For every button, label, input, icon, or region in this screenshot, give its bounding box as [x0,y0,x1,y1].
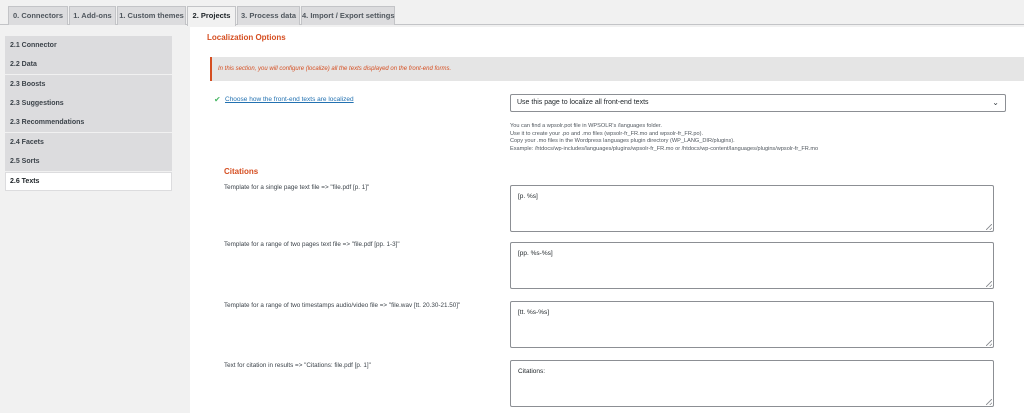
sidebar-item-facets[interactable]: 2.4 Facets [5,133,172,152]
info-notice: In this section, you will configure (loc… [210,57,1024,81]
sidebar-item-recommendations[interactable]: 2.3 Recommendations [5,113,172,132]
section-title: Localization Options [207,33,286,42]
resize-handle-icon[interactable] [986,281,992,287]
single-page-template-label: Template for a single page text file => … [224,184,370,191]
help-line: You can find a wpsolr.pot file in WPSOLR… [510,123,662,129]
citations-title: Citations [224,167,259,176]
textarea-value: [p. %s] [518,193,538,200]
page-range-template-textarea[interactable]: [pp. %s-%s] [510,242,994,289]
help-line: Use it to create your .po and .mo files … [510,130,704,137]
sidebar-item-suggestions[interactable]: 2.3 Suggestions [5,94,172,113]
tab-projects[interactable]: 2. Projects [187,6,236,26]
help-line: Copy your .mo files in the Wordpress lan… [510,138,735,145]
localization-help-text: You can find a wpsolr.pot file in WPSOLR… [510,123,818,153]
tab-import-export-settings[interactable]: 4. Import / Export settings [301,6,395,25]
checkmark-icon: ✔ [214,95,221,104]
sidebar-item-texts[interactable]: 2.6 Texts [5,172,172,191]
tab-custom-themes[interactable]: 1. Custom themes [117,6,186,25]
citation-text-textarea[interactable]: Citations: [510,360,994,407]
single-page-template-textarea[interactable]: [p. %s] [510,185,994,232]
textarea-value: [tt. %s-%s] [518,309,550,316]
textarea-value: Citations: [518,368,546,375]
textarea-value: [pp. %s-%s] [518,250,553,257]
resize-handle-icon[interactable] [986,340,992,346]
page-range-template-label: Template for a range of two pages text f… [224,241,400,248]
localization-mode-select[interactable]: Use this page to localize all front-end … [510,94,1006,112]
help-line: Example: /htdocs/wp-includes/languages/p… [510,145,819,152]
tab-process-data[interactable]: 3. Process data [237,6,300,25]
resize-handle-icon[interactable] [986,224,992,230]
chevron-down-icon: ⌄ [992,98,999,107]
sidebar-item-boosts[interactable]: 2.3 Boosts [5,75,172,94]
tab-connectors[interactable]: 0. Connectors [8,6,68,25]
localize-help-link[interactable]: Choose how the front-end texts are local… [225,96,354,103]
timestamp-range-template-label: Template for a range of two timestamps a… [224,302,461,309]
main-panel: Localization Options In this section, yo… [190,27,1024,413]
tab-add-ons[interactable]: 1. Add-ons [69,6,116,25]
sidebar-item-data[interactable]: 2.2 Data [5,55,172,74]
localization-mode-value: Use this page to localize all front-end … [517,99,649,106]
resize-handle-icon[interactable] [986,399,992,405]
timestamp-range-template-textarea[interactable]: [tt. %s-%s] [510,301,994,348]
citation-text-label: Text for citation in results => "Citatio… [224,362,371,369]
sidebar-item-connector[interactable]: 2.1 Connector [5,36,172,55]
settings-tabs: 0. Connectors 1. Add-ons 1. Custom theme… [0,0,1024,26]
sidebar-item-sorts[interactable]: 2.5 Sorts [5,152,172,171]
